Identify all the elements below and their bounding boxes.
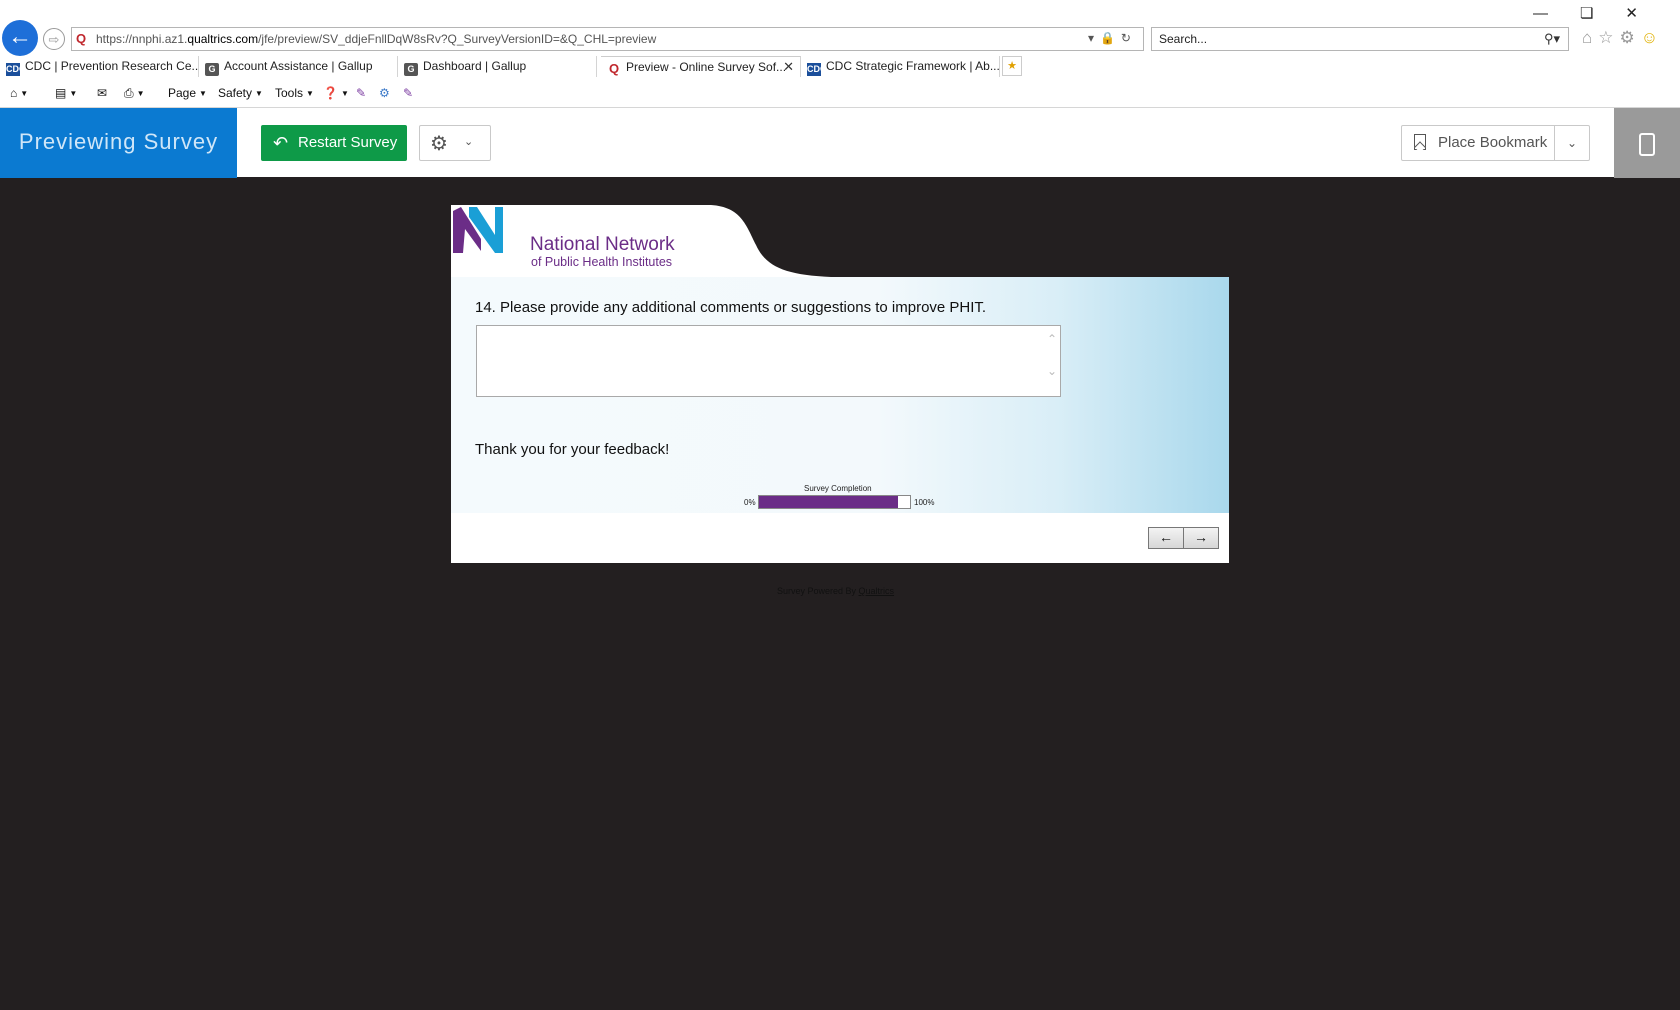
cdc-icon: CDC bbox=[6, 63, 26, 76]
browser-search-box[interactable]: Search... ⚲▾ bbox=[1151, 27, 1569, 51]
place-bookmark-button[interactable]: Place Bookmark bbox=[1401, 125, 1555, 161]
tools-menu-label: Tools bbox=[275, 86, 304, 100]
bookmark-icon bbox=[1414, 134, 1426, 150]
minimize-icon[interactable]: — bbox=[1533, 5, 1580, 22]
forward-arrow-icon[interactable]: ⇨ bbox=[43, 28, 65, 50]
command-bar: ⌂ ▼ ▤ ▼ ✉ ⎙ ▼ Page ▼ Safety ▼ Tools ▼ ❓ ▼ ✎ ⚙ ✎ bbox=[0, 84, 1680, 106]
scroll-down-icon[interactable]: ⌄ bbox=[1047, 364, 1057, 378]
mobile-device-icon bbox=[1639, 133, 1655, 156]
page-menu-label: Page bbox=[168, 86, 197, 100]
tab-account-assistance[interactable]: G Account Assistance | Gallup bbox=[199, 56, 398, 77]
tools-menu[interactable]: Tools ▼ bbox=[275, 86, 314, 100]
thank-you-text: Thank you for your feedback! bbox=[475, 441, 670, 458]
qualtrics-favicon-icon: Q bbox=[76, 31, 87, 46]
preview-title: Previewing Survey bbox=[0, 108, 237, 178]
navigation-panel: ← → bbox=[451, 513, 1229, 563]
question-panel: 14. Please provide any additional commen… bbox=[451, 277, 1229, 513]
powered-by-text: Survey Powered By bbox=[777, 586, 859, 596]
back-arrow-icon[interactable]: ← bbox=[2, 20, 38, 56]
gallup-icon: G bbox=[205, 63, 219, 76]
restart-survey-label: Restart Survey bbox=[298, 134, 398, 151]
safety-menu-label: Safety bbox=[218, 86, 253, 100]
safety-menu[interactable]: Safety ▼ bbox=[218, 86, 263, 100]
onenote-icon[interactable]: ✎ bbox=[356, 86, 366, 100]
onenote-linked-icon[interactable]: ✎ bbox=[403, 86, 413, 100]
address-bar[interactable]: Q https://nnphi.az1.qualtrics.com/jfe/pr… bbox=[71, 27, 1144, 51]
next-button[interactable]: → bbox=[1183, 527, 1219, 549]
search-placeholder: Search... bbox=[1159, 32, 1208, 46]
chevron-down-icon: ⌄ bbox=[464, 136, 474, 148]
tab-label: Preview - Online Survey Sof... bbox=[626, 60, 787, 74]
search-icon[interactable]: ⚲▾ bbox=[1544, 31, 1560, 47]
qualtrics-link[interactable]: Qualtrics bbox=[859, 586, 895, 596]
logo-title: National Network bbox=[530, 234, 675, 255]
comments-textarea[interactable]: ⌃ ⌄ bbox=[476, 325, 1061, 397]
address-controls[interactable]: ▾🔒↻ bbox=[1088, 31, 1137, 45]
page-menu[interactable]: Page ▼ bbox=[168, 86, 207, 100]
nnphi-logo-icon bbox=[453, 207, 503, 253]
window-controls: —❏✕ bbox=[1533, 4, 1670, 22]
help-dropdown-icon[interactable]: ❓ ▼ bbox=[323, 86, 349, 100]
tab-cdc-strategic[interactable]: CDCCDC Strategic Framework | Ab... bbox=[801, 56, 1000, 77]
feedback-smiley-icon[interactable]: ☺ bbox=[1641, 28, 1664, 47]
tab-cdc-prevention[interactable]: CDCCDC | Prevention Research Ce... bbox=[0, 56, 199, 77]
preview-options-button[interactable]: ⚙ ⌄ bbox=[419, 125, 491, 161]
progress-max-label: 100% bbox=[914, 498, 935, 507]
survey-header: National Network of Public Health Instit… bbox=[451, 205, 851, 277]
powered-by-footer: Survey Powered By Qualtrics bbox=[777, 586, 894, 596]
logo-subtitle: of Public Health Institutes bbox=[531, 255, 673, 269]
tab-strip: CDCCDC | Prevention Research Ce... G Acco… bbox=[0, 56, 1680, 78]
qualtrics-icon: Q bbox=[608, 61, 620, 76]
close-window-icon[interactable]: ✕ bbox=[1625, 5, 1670, 22]
addon-gear-icon[interactable]: ⚙ bbox=[379, 86, 390, 100]
address-url[interactable]: https://nnphi.az1.qualtrics.com/jfe/prev… bbox=[96, 32, 656, 46]
progress-label: Survey Completion bbox=[804, 484, 872, 493]
home-dropdown-icon[interactable]: ⌂ ▼ bbox=[10, 86, 28, 100]
tab-preview-survey[interactable]: Q Preview - Online Survey Sof... ✕ bbox=[601, 56, 801, 77]
tab-dashboard[interactable]: G Dashboard | Gallup bbox=[398, 56, 597, 77]
restart-survey-button[interactable]: ↶ Restart Survey bbox=[261, 125, 407, 161]
scroll-up-icon[interactable]: ⌃ bbox=[1047, 332, 1057, 346]
favorites-star-icon[interactable]: ☆ bbox=[1598, 28, 1619, 47]
browser-toolbar-icons: ⌂☆⚙☺ bbox=[1582, 28, 1664, 48]
back-button[interactable]: ← bbox=[1148, 527, 1184, 549]
gear-icon: ⚙ bbox=[430, 133, 448, 155]
mobile-preview-button[interactable] bbox=[1614, 108, 1680, 178]
print-dropdown-icon[interactable]: ⎙ ▼ bbox=[124, 86, 145, 101]
preview-toolbar: Previewing Survey ↶ Restart Survey ⚙ ⌄ P… bbox=[0, 107, 1680, 178]
progress-min-label: 0% bbox=[744, 498, 756, 507]
gallup-icon: G bbox=[404, 63, 418, 76]
close-tab-icon[interactable]: ✕ bbox=[783, 59, 794, 75]
tab-label: Dashboard | Gallup bbox=[423, 59, 527, 73]
progress-fill bbox=[759, 496, 898, 508]
tab-label: CDC | Prevention Research Ce... bbox=[25, 59, 199, 73]
home-icon[interactable]: ⌂ bbox=[1582, 28, 1598, 47]
tab-label: Account Assistance | Gallup bbox=[224, 59, 373, 73]
cdc-icon: CDC bbox=[807, 63, 827, 76]
tab-label: CDC Strategic Framework | Ab... bbox=[826, 59, 1000, 73]
feeds-dropdown-icon[interactable]: ▤ ▼ bbox=[55, 86, 77, 100]
browser-chrome: ← ⇨ Q https://nnphi.az1.qualtrics.com/jf… bbox=[0, 0, 1680, 107]
place-bookmark-label: Place Bookmark bbox=[1438, 134, 1548, 151]
new-tab-icon[interactable]: ★ bbox=[1002, 56, 1022, 76]
survey-progress-bar bbox=[758, 495, 911, 509]
restore-icon[interactable]: ❏ bbox=[1580, 5, 1625, 22]
survey-card: National Network of Public Health Instit… bbox=[451, 205, 1229, 563]
restart-arrow-icon: ↶ bbox=[273, 133, 289, 153]
bookmark-dropdown-chevron-icon[interactable]: ⌄ bbox=[1554, 125, 1590, 161]
settings-gear-icon[interactable]: ⚙ bbox=[1620, 28, 1641, 47]
question-text: 14. Please provide any additional commen… bbox=[475, 299, 987, 316]
mail-icon[interactable]: ✉ bbox=[97, 86, 107, 100]
